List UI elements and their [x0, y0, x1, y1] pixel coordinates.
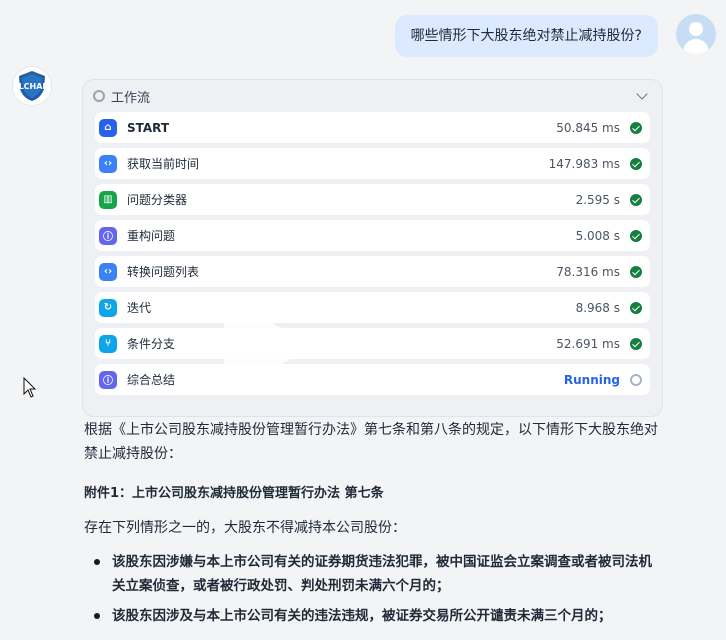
- answer-body: 根据《上市公司股东减持股份管理暂行办法》第七条和第八条的规定，以下情形下大股东绝…: [84, 418, 664, 634]
- answer-intro: 根据《上市公司股东减持股份管理暂行办法》第七条和第八条的规定，以下情形下大股东绝…: [84, 422, 658, 462]
- check-circle-icon: [630, 121, 642, 134]
- workflow-step[interactable]: ↻ 迭代 8.968 s: [95, 292, 650, 323]
- workflow-title: 工作流: [111, 90, 151, 106]
- mouse-cursor-icon: [23, 377, 37, 398]
- workflow-step-name: START: [127, 120, 170, 135]
- classifier-icon: ▥: [99, 190, 117, 209]
- answer-bullet: 该股东因涉嫌与本上市公司有关的证券期货违法犯罪，被中国证监会立案调查或者被司法机…: [84, 550, 664, 598]
- branch-icon: ⑂: [99, 334, 117, 353]
- workflow-step-time: 50.845 ms: [556, 120, 620, 135]
- code-icon: ‹›: [99, 262, 117, 281]
- running-spinner-icon: [630, 373, 642, 386]
- workflow-card: 工作流 ⌂ START 50.845 ms ‹› 获取当前时间 147.983 ms ▥ 问题…: [82, 79, 663, 417]
- check-circle-icon: [630, 193, 642, 206]
- home-icon: ⌂: [99, 118, 117, 137]
- code-icon: ‹›: [99, 154, 117, 173]
- check-circle-icon: [630, 229, 642, 242]
- check-circle-icon: [630, 301, 642, 314]
- info-icon: ⓘ: [99, 370, 117, 389]
- workflow-step-name: 重构问题: [127, 229, 176, 243]
- check-circle-icon: [630, 265, 642, 278]
- workflow-step[interactable]: ⑂ 条件分支 52.691 ms: [95, 328, 650, 359]
- workflow-step-time: 8.968 s: [575, 300, 620, 315]
- workflow-steps: ⌂ START 50.845 ms ‹› 获取当前时间 147.983 ms ▥ 问题分类器 2…: [95, 112, 650, 395]
- workflow-step-time: Running: [563, 372, 620, 387]
- check-circle-icon: [630, 337, 642, 350]
- workflow-step[interactable]: ‹› 获取当前时间 147.983 ms: [95, 148, 650, 179]
- workflow-step[interactable]: ⓘ 重构问题 5.008 s: [95, 220, 650, 251]
- workflow-step-name: 综合总结: [127, 373, 176, 387]
- workflow-step-time: 52.691 ms: [556, 336, 620, 351]
- workflow-step[interactable]: ▥ 问题分类器 2.595 s: [95, 184, 650, 215]
- workflow-step-time: 147.983 ms: [548, 156, 620, 171]
- workflow-step-name: 转换问题列表: [127, 265, 200, 279]
- workflow-step-name: 迭代: [127, 301, 152, 315]
- workflow-step-time: 5.008 s: [575, 228, 620, 243]
- info-icon: ⓘ: [99, 226, 117, 245]
- workflow-step[interactable]: ⓘ 综合总结 Running: [95, 364, 650, 395]
- workflow-step-name: 条件分支: [127, 337, 176, 351]
- answer-heading: 附件1：上市公司股东减持股份管理暂行办法 第七条: [84, 486, 384, 501]
- workflow-header[interactable]: 工作流: [93, 80, 650, 112]
- workflow-step-time: 2.595 s: [575, 192, 620, 207]
- user-avatar[interactable]: [676, 14, 716, 54]
- workflow-step[interactable]: ⌂ START 50.845 ms: [95, 112, 650, 143]
- chevron-down-icon[interactable]: [636, 88, 648, 100]
- workflow-step-name: 获取当前时间: [127, 157, 200, 171]
- answer-bullet-list: 该股东因涉嫌与本上市公司有关的证券期货违法犯罪，被中国证监会立案调查或者被司法机…: [84, 550, 664, 628]
- answer-lead: 存在下列情形之一的，大股东不得减持本公司股份：: [84, 520, 406, 536]
- bot-avatar: LCHAI: [12, 66, 52, 106]
- loop-icon: ↻: [99, 298, 117, 317]
- workflow-step[interactable]: ‹› 转换问题列表 78.316 ms: [95, 256, 650, 287]
- workflow-step-name: 问题分类器: [127, 193, 188, 207]
- user-question-bubble: 哪些情形下大股东绝对禁止减持股份?: [394, 15, 658, 57]
- play-overlay-icon[interactable]: [220, 296, 310, 396]
- user-question-text: 哪些情形下大股东绝对禁止减持股份?: [410, 28, 642, 44]
- answer-bullet: 该股东因涉及与本上市公司有关的违法违规，被证券交易所公开谴责未满三个月的；: [84, 604, 664, 628]
- check-circle-icon: [630, 157, 642, 170]
- workflow-gear-icon: [93, 90, 105, 102]
- bot-logo-text: LCHAI: [18, 82, 46, 91]
- workflow-step-time: 78.316 ms: [556, 264, 620, 279]
